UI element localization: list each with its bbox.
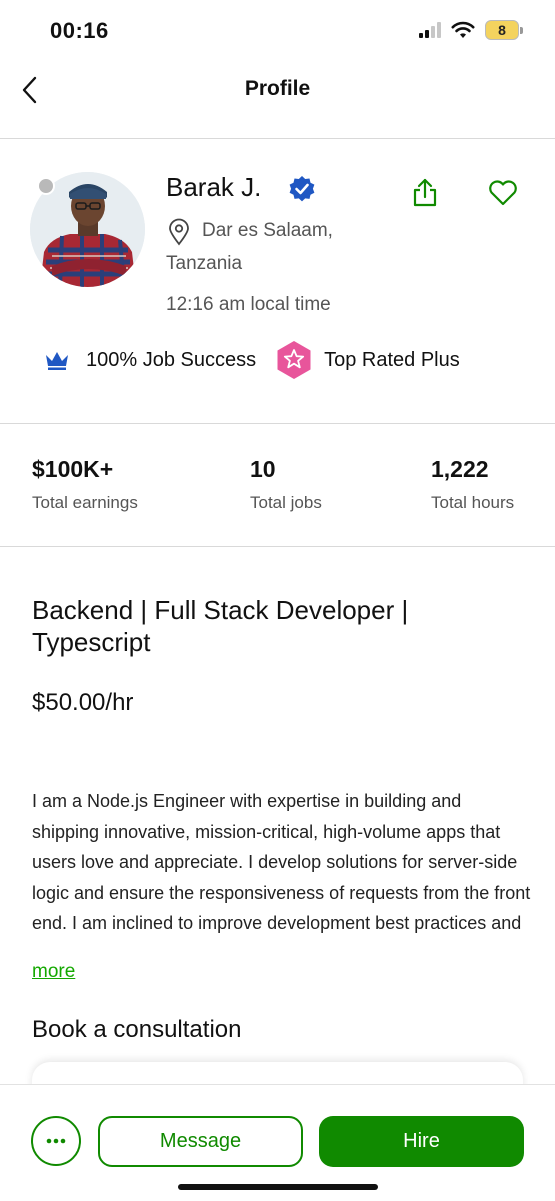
more-options-button[interactable] [31, 1116, 81, 1166]
location-city: Dar es Salaam, [202, 220, 333, 241]
stat-total-earnings: $100K+ Total earnings [32, 456, 138, 513]
freelancer-name: Barak J. [166, 172, 262, 202]
battery-indicator: 8 [485, 20, 523, 40]
stat-label: Total hours [431, 493, 515, 512]
header-divider [0, 138, 555, 139]
share-button[interactable] [408, 176, 442, 210]
location-country: Tanzania [166, 253, 243, 274]
wifi-icon [451, 21, 475, 38]
profile-headline: Backend | Full Stack Developer | Typescr… [32, 595, 409, 657]
hourly-rate: $50.00/hr [32, 689, 134, 716]
stat-total-hours: 1,222 Total hours [431, 456, 514, 513]
cellular-signal-icon [419, 22, 441, 38]
stats-divider [0, 546, 555, 547]
online-status-dot [37, 177, 55, 195]
more-dots-icon [46, 1138, 66, 1144]
local-time: 12:16 am local time [166, 294, 331, 315]
stat-label: Total jobs [250, 493, 322, 512]
stat-value: 1,222 [431, 456, 489, 482]
stat-total-jobs: 10 Total jobs [250, 456, 322, 513]
save-favorite-button[interactable] [486, 176, 520, 210]
location-pin-icon [166, 218, 192, 246]
hire-button[interactable]: Hire [319, 1116, 524, 1167]
home-indicator [178, 1184, 378, 1190]
badge-row: 100% Job Success Top Rated Plus [44, 340, 460, 380]
page-title: Profile [244, 77, 311, 100]
stat-value: 10 [250, 456, 276, 482]
book-consultation-heading: Book a consultation [32, 1016, 242, 1043]
status-icons: 8 [419, 20, 523, 40]
top-rated-plus-label: Top Rated Plus [324, 348, 460, 371]
more-link[interactable]: more [32, 961, 75, 983]
profile-description: I am a Node.js Engineer with expertise i… [32, 791, 531, 933]
stat-label: Total earnings [32, 493, 138, 512]
status-time: 00:16 [50, 18, 109, 43]
share-icon [413, 178, 437, 207]
job-success-label: 100% Job Success [86, 348, 257, 371]
crown-icon [46, 352, 68, 370]
verified-icon [288, 175, 316, 203]
heart-icon [489, 180, 517, 206]
profile-divider [0, 423, 555, 424]
top-rated-plus-icon [277, 341, 311, 379]
stat-value: $100K+ [32, 456, 114, 482]
message-button[interactable]: Message [98, 1116, 303, 1167]
